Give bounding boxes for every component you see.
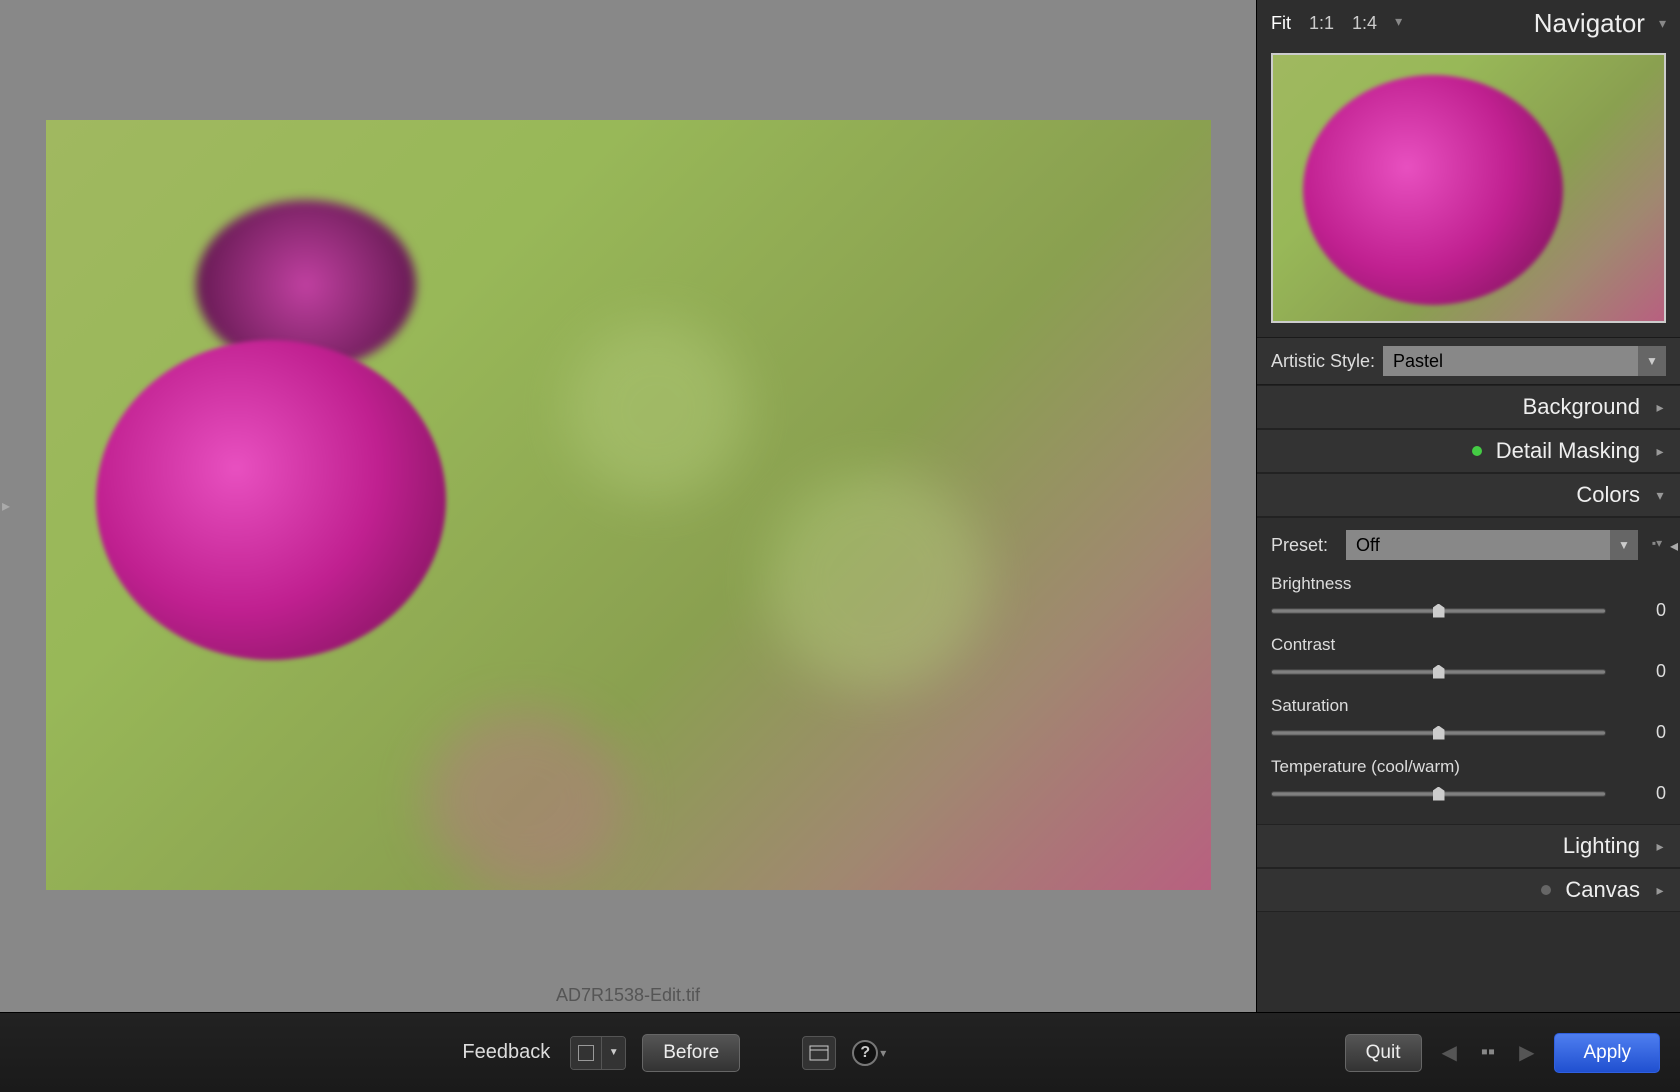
artistic-style-value: Pastel [1393,351,1443,372]
section-canvas[interactable]: Canvas ▸ [1257,868,1680,912]
section-background[interactable]: Background ▸ [1257,385,1680,429]
section-detail-masking[interactable]: Detail Masking ▸ [1257,429,1680,473]
artistic-style-row: Artistic Style: Pastel ▼ [1257,337,1680,385]
preset-value: Off [1356,535,1380,556]
slider-contrast: Contrast 0 [1271,635,1666,682]
filename-label: AD7R1538-Edit.tif [0,979,1256,1012]
contrast-slider[interactable] [1271,669,1606,675]
slider-thumb[interactable] [1433,726,1445,740]
status-dot-icon [1541,885,1551,895]
before-button[interactable]: Before [642,1034,740,1072]
navigator-zoom-controls: Fit 1:1 1:4 ▾ [1271,13,1402,34]
compare-preview-icon [571,1037,601,1069]
brightness-value: 0 [1626,600,1666,621]
zoom-fit-button[interactable]: Fit [1271,13,1291,34]
feedback-label: Feedback [462,1041,550,1064]
expand-right-handle[interactable]: ◂ [1670,536,1678,556]
preset-options-icon[interactable]: ▪▾ [1648,536,1666,554]
app-root: ▸ AD7R1538-Edit.tif ◂ Fit 1:1 1:4 ▾ Navi… [0,0,1680,1092]
chevron-down-icon: ▼ [1610,530,1638,560]
bokeh-shape [766,470,986,690]
saturation-slider[interactable] [1271,730,1606,736]
section-title: Colors [1576,482,1640,508]
zoom-more-dropdown[interactable]: ▾ [1395,13,1402,34]
navigator-thumbnail[interactable] [1271,53,1666,323]
slider-temperature: Temperature (cool/warm) 0 [1271,757,1666,804]
quit-button[interactable]: Quit [1345,1034,1422,1072]
chevron-right-icon: ▸ [1654,838,1666,855]
zoom-1to1-button[interactable]: 1:1 [1309,13,1334,34]
nav-prev-icon[interactable]: ◀ [1438,1040,1461,1065]
expand-left-handle[interactable]: ▸ [2,496,10,516]
artistic-style-label: Artistic Style: [1271,351,1375,372]
temperature-slider[interactable] [1271,791,1606,797]
slider-label: Contrast [1271,635,1666,655]
help-button[interactable]: ? [852,1040,878,1066]
compare-mode-button[interactable]: ▼ [570,1036,626,1070]
section-title: Detail Masking [1496,438,1640,464]
status-dot-icon [1472,446,1482,456]
chevron-right-icon: ▸ [1654,443,1666,460]
bokeh-shape [426,710,626,890]
navigator-header: Fit 1:1 1:4 ▾ Navigator ▾ [1257,0,1680,47]
screen-mode-button[interactable] [802,1036,836,1070]
section-colors[interactable]: Colors ▾ [1257,473,1680,517]
chevron-right-icon: ▸ [1654,882,1666,899]
slider-thumb[interactable] [1433,604,1445,618]
zoom-1to4-button[interactable]: 1:4 [1352,13,1377,34]
slider-saturation: Saturation 0 [1271,696,1666,743]
chevron-down-icon: ▾ [1654,487,1666,504]
nav-next-icon[interactable]: ▶ [1515,1040,1538,1065]
navigator-collapse-icon[interactable]: ▾ [1659,15,1666,32]
section-lighting[interactable]: Lighting ▸ [1257,824,1680,868]
slider-thumb[interactable] [1433,787,1445,801]
side-panel: ◂ Fit 1:1 1:4 ▾ Navigator ▾ Artistic Sty… [1256,0,1680,1012]
slider-label: Brightness [1271,574,1666,594]
chevron-down-icon: ▼ [601,1037,625,1069]
section-title: Canvas [1565,877,1640,903]
preset-label: Preset: [1271,535,1328,556]
colors-panel-body: Preset: Off ▼ ▪▾ Brightness 0 Contrast [1257,517,1680,824]
chevron-down-icon[interactable]: ▾ [880,1046,886,1060]
flower-shape [96,340,446,660]
saturation-value: 0 [1626,722,1666,743]
flower-shape [1303,75,1563,305]
canvas-area: ▸ AD7R1538-Edit.tif [0,0,1256,1012]
slider-brightness: Brightness 0 [1271,574,1666,621]
brightness-slider[interactable] [1271,608,1606,614]
nav-grid-icon[interactable]: ▪▪ [1477,1041,1499,1064]
apply-button[interactable]: Apply [1554,1033,1660,1073]
main-area: ▸ AD7R1538-Edit.tif ◂ Fit 1:1 1:4 ▾ Navi… [0,0,1680,1012]
preset-select[interactable]: Off ▼ [1346,530,1638,560]
slider-thumb[interactable] [1433,665,1445,679]
chevron-down-icon: ▼ [1638,346,1666,376]
contrast-value: 0 [1626,661,1666,682]
temperature-value: 0 [1626,783,1666,804]
canvas-preview[interactable] [46,120,1211,890]
slider-label: Saturation [1271,696,1666,716]
preset-row: Preset: Off ▼ ▪▾ [1271,530,1666,560]
artistic-style-select[interactable]: Pastel ▼ [1383,346,1666,376]
chevron-right-icon: ▸ [1654,399,1666,416]
section-title: Lighting [1563,833,1640,859]
bokeh-shape [566,320,746,500]
slider-label: Temperature (cool/warm) [1271,757,1666,777]
navigator-title: Navigator [1402,8,1659,39]
footer-bar: Feedback ▼ Before ? ▾ Quit ◀ ▪▪ ▶ Apply [0,1012,1680,1092]
section-title: Background [1523,394,1640,420]
window-icon [809,1045,829,1061]
